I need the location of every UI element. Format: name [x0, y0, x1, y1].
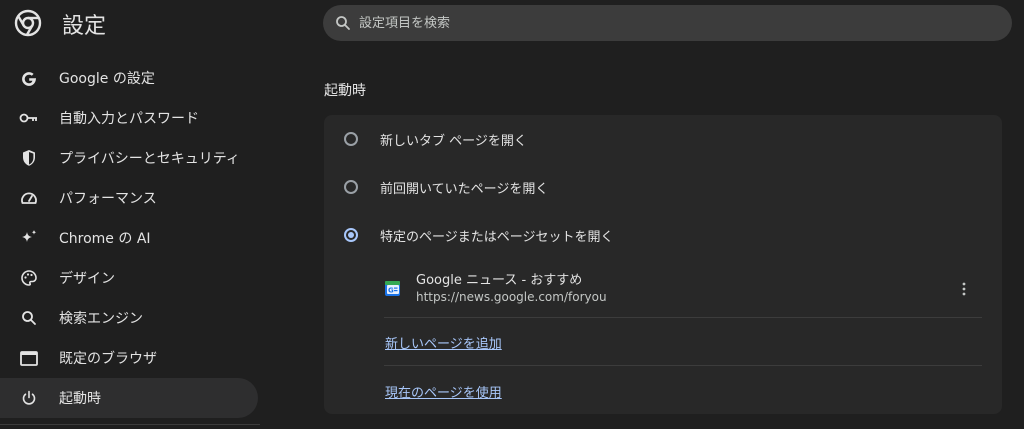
sidebar-item-appearance[interactable]: デザイン: [0, 258, 260, 298]
radio-button-selected[interactable]: [344, 228, 358, 242]
search-icon: [336, 16, 350, 30]
radio-option-continue[interactable]: 前回開いていたページを開く: [324, 169, 1002, 205]
sidebar-item-label: 既定のブラウザ: [59, 351, 157, 367]
search-input[interactable]: [357, 14, 961, 32]
sidebar: Google の設定 自動入力とパスワード プライバシーとセキュリティ パフォー…: [0, 58, 260, 418]
browser-window-icon: [18, 347, 40, 369]
section-title: 起動時: [324, 83, 366, 99]
shield-icon: [18, 147, 40, 169]
sidebar-item-default-browser[interactable]: 既定のブラウザ: [0, 338, 260, 378]
sidebar-item-performance[interactable]: パフォーマンス: [0, 178, 260, 218]
sidebar-item-autofill[interactable]: 自動入力とパスワード: [0, 98, 260, 138]
sidebar-item-label: Google の設定: [59, 71, 155, 87]
sidebar-item-label: 自動入力とパスワード: [59, 111, 199, 127]
google-g-icon: [18, 67, 40, 89]
power-icon: [18, 387, 40, 409]
google-news-icon: G: [384, 280, 401, 297]
speedometer-icon: [18, 187, 40, 209]
sidebar-item-label: 起動時: [59, 391, 101, 407]
radio-option-new-tab[interactable]: 新しいタブ ページを開く: [324, 121, 1002, 157]
sidebar-item-label: 検索エンジン: [59, 311, 143, 327]
sidebar-item-label: パフォーマンス: [59, 191, 157, 207]
chrome-logo-icon: [14, 9, 42, 37]
radio-label: 前回開いていたページを開く: [380, 181, 549, 197]
svg-text:G: G: [388, 287, 394, 295]
sidebar-item-on-startup[interactable]: 起動時: [0, 378, 258, 418]
use-current-pages-link[interactable]: 現在のページを使用: [385, 382, 502, 401]
more-actions-icon[interactable]: [952, 277, 976, 301]
startup-card: 新しいタブ ページを開く 前回開いていたページを開く 特定のページまたはページセ…: [324, 115, 1002, 414]
search-box[interactable]: [323, 5, 1012, 41]
divider: [384, 317, 982, 318]
radio-label: 新しいタブ ページを開く: [380, 133, 527, 149]
sidebar-item-label: プライバシーとセキュリティ: [59, 151, 240, 167]
radio-label: 特定のページまたはページセットを開く: [380, 229, 614, 245]
key-icon: [18, 107, 40, 129]
page-title: 設定: [62, 14, 107, 39]
sidebar-item-search-engine[interactable]: 検索エンジン: [0, 298, 260, 338]
divider: [384, 365, 982, 366]
radio-option-specific-pages[interactable]: 特定のページまたはページセットを開く: [324, 217, 1002, 253]
sidebar-item-google-settings[interactable]: Google の設定: [0, 58, 260, 98]
startup-page-url: https://news.google.com/foryou: [416, 290, 607, 304]
sidebar-divider: [0, 424, 260, 425]
startup-page-entry: G Google ニュース - おすすめ https://news.google…: [384, 265, 982, 313]
sparkle-icon: [18, 227, 40, 249]
radio-button[interactable]: [344, 180, 358, 194]
search-icon: [18, 307, 40, 329]
startup-page-name: Google ニュース - おすすめ: [416, 273, 583, 288]
sidebar-item-label: Chrome の AI: [59, 231, 151, 247]
add-new-page-link[interactable]: 新しいページを追加: [385, 333, 502, 352]
sidebar-item-chrome-ai[interactable]: Chrome の AI: [0, 218, 260, 258]
sidebar-item-label: デザイン: [59, 271, 115, 287]
sidebar-item-privacy[interactable]: プライバシーとセキュリティ: [0, 138, 260, 178]
palette-icon: [18, 267, 40, 289]
radio-button[interactable]: [344, 132, 358, 146]
